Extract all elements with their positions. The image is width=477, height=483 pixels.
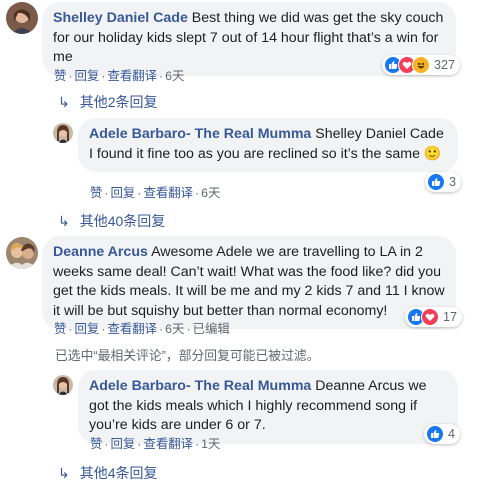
reaction-count: 4 [448, 427, 456, 441]
see-translation-button[interactable]: 查看翻译 [143, 437, 193, 451]
comment-author[interactable]: Adele Barbaro- The Real Mumma [89, 378, 311, 394]
comment-bubble: Deanne Arcus Awesome Adele we are travel… [42, 236, 456, 329]
like-reaction-icon [426, 425, 444, 443]
avatar[interactable] [6, 2, 38, 34]
timestamp[interactable]: 1天 [201, 437, 220, 451]
reply-arrow-icon: ↳ [58, 93, 70, 110]
timestamp[interactable]: 6天 [201, 186, 220, 200]
reply-arrow-icon: ↳ [58, 212, 70, 229]
avatar[interactable] [6, 237, 38, 269]
see-translation-button[interactable]: 查看翻译 [107, 322, 157, 336]
reply-button[interactable]: 回复 [75, 69, 100, 83]
filter-notice: 已选中“最相关评论”，部分回复可能已被过滤。 [55, 348, 320, 363]
mention[interactable]: Shelley Daniel Cade [315, 126, 444, 142]
comment-actions: 赞 · 回复 · 查看翻译 · 6天 · 已编辑 [54, 322, 230, 336]
view-more-replies-link[interactable]: ↳ 其他40条回复 [58, 211, 165, 231]
timestamp[interactable]: 6天 [165, 69, 184, 83]
more-replies-label: 其他40条回复 [79, 213, 166, 229]
like-button[interactable]: 赞 [54, 322, 66, 336]
love-reaction-icon [421, 308, 439, 326]
comment-author[interactable]: Shelley Daniel Cade [53, 10, 188, 26]
like-button[interactable]: 赞 [54, 69, 66, 83]
smile-emoji-icon: 🙂 [423, 145, 442, 162]
comment-actions: 赞 · 回复 · 查看翻译 · 6天 [54, 69, 185, 83]
comment-bubble: Adele Barbaro- The Real Mumma Shelley Da… [78, 118, 458, 172]
view-more-replies-link[interactable]: ↳ 其他4条回复 [58, 463, 158, 483]
edited-label[interactable]: 已编辑 [193, 322, 230, 336]
reaction-count: 3 [449, 175, 457, 189]
reply-button[interactable]: 回复 [111, 186, 136, 200]
haha-reaction-icon [412, 56, 430, 74]
avatar[interactable] [53, 375, 73, 395]
comment-author[interactable]: Adele Barbaro- The Real Mumma [89, 126, 311, 142]
reaction-summary[interactable]: 3 [425, 172, 462, 192]
timestamp[interactable]: 6天 [165, 322, 184, 336]
comment-bubble: Adele Barbaro- The Real Mumma Deanne Arc… [78, 370, 458, 444]
avatar[interactable] [53, 123, 73, 143]
reaction-summary[interactable]: 17 [405, 307, 463, 327]
reaction-summary[interactable]: 327 [382, 55, 461, 75]
reply-button[interactable]: 回复 [111, 437, 136, 451]
view-more-replies-link[interactable]: ↳ 其他2条回复 [58, 92, 158, 112]
comment-text: I found it fine too as you are reclined … [89, 145, 420, 162]
see-translation-button[interactable]: 查看翻译 [107, 69, 157, 83]
see-translation-button[interactable]: 查看翻译 [143, 186, 193, 200]
more-replies-label: 其他4条回复 [79, 465, 158, 481]
reply-arrow-icon: ↳ [58, 464, 70, 481]
more-replies-label: 其他2条回复 [79, 94, 158, 110]
like-button[interactable]: 赞 [90, 437, 102, 451]
reaction-count: 327 [434, 58, 456, 72]
reply-button[interactable]: 回复 [75, 322, 100, 336]
comment-actions: 赞 · 回复 · 查看翻译 · 6天 [90, 186, 221, 200]
reaction-summary[interactable]: 4 [424, 424, 461, 444]
like-button[interactable]: 赞 [90, 186, 102, 200]
comment-actions: 赞 · 回复 · 查看翻译 · 1天 [90, 437, 221, 451]
comment-author[interactable]: Deanne Arcus [53, 244, 148, 260]
like-reaction-icon [427, 173, 445, 191]
reaction-count: 17 [443, 310, 458, 324]
